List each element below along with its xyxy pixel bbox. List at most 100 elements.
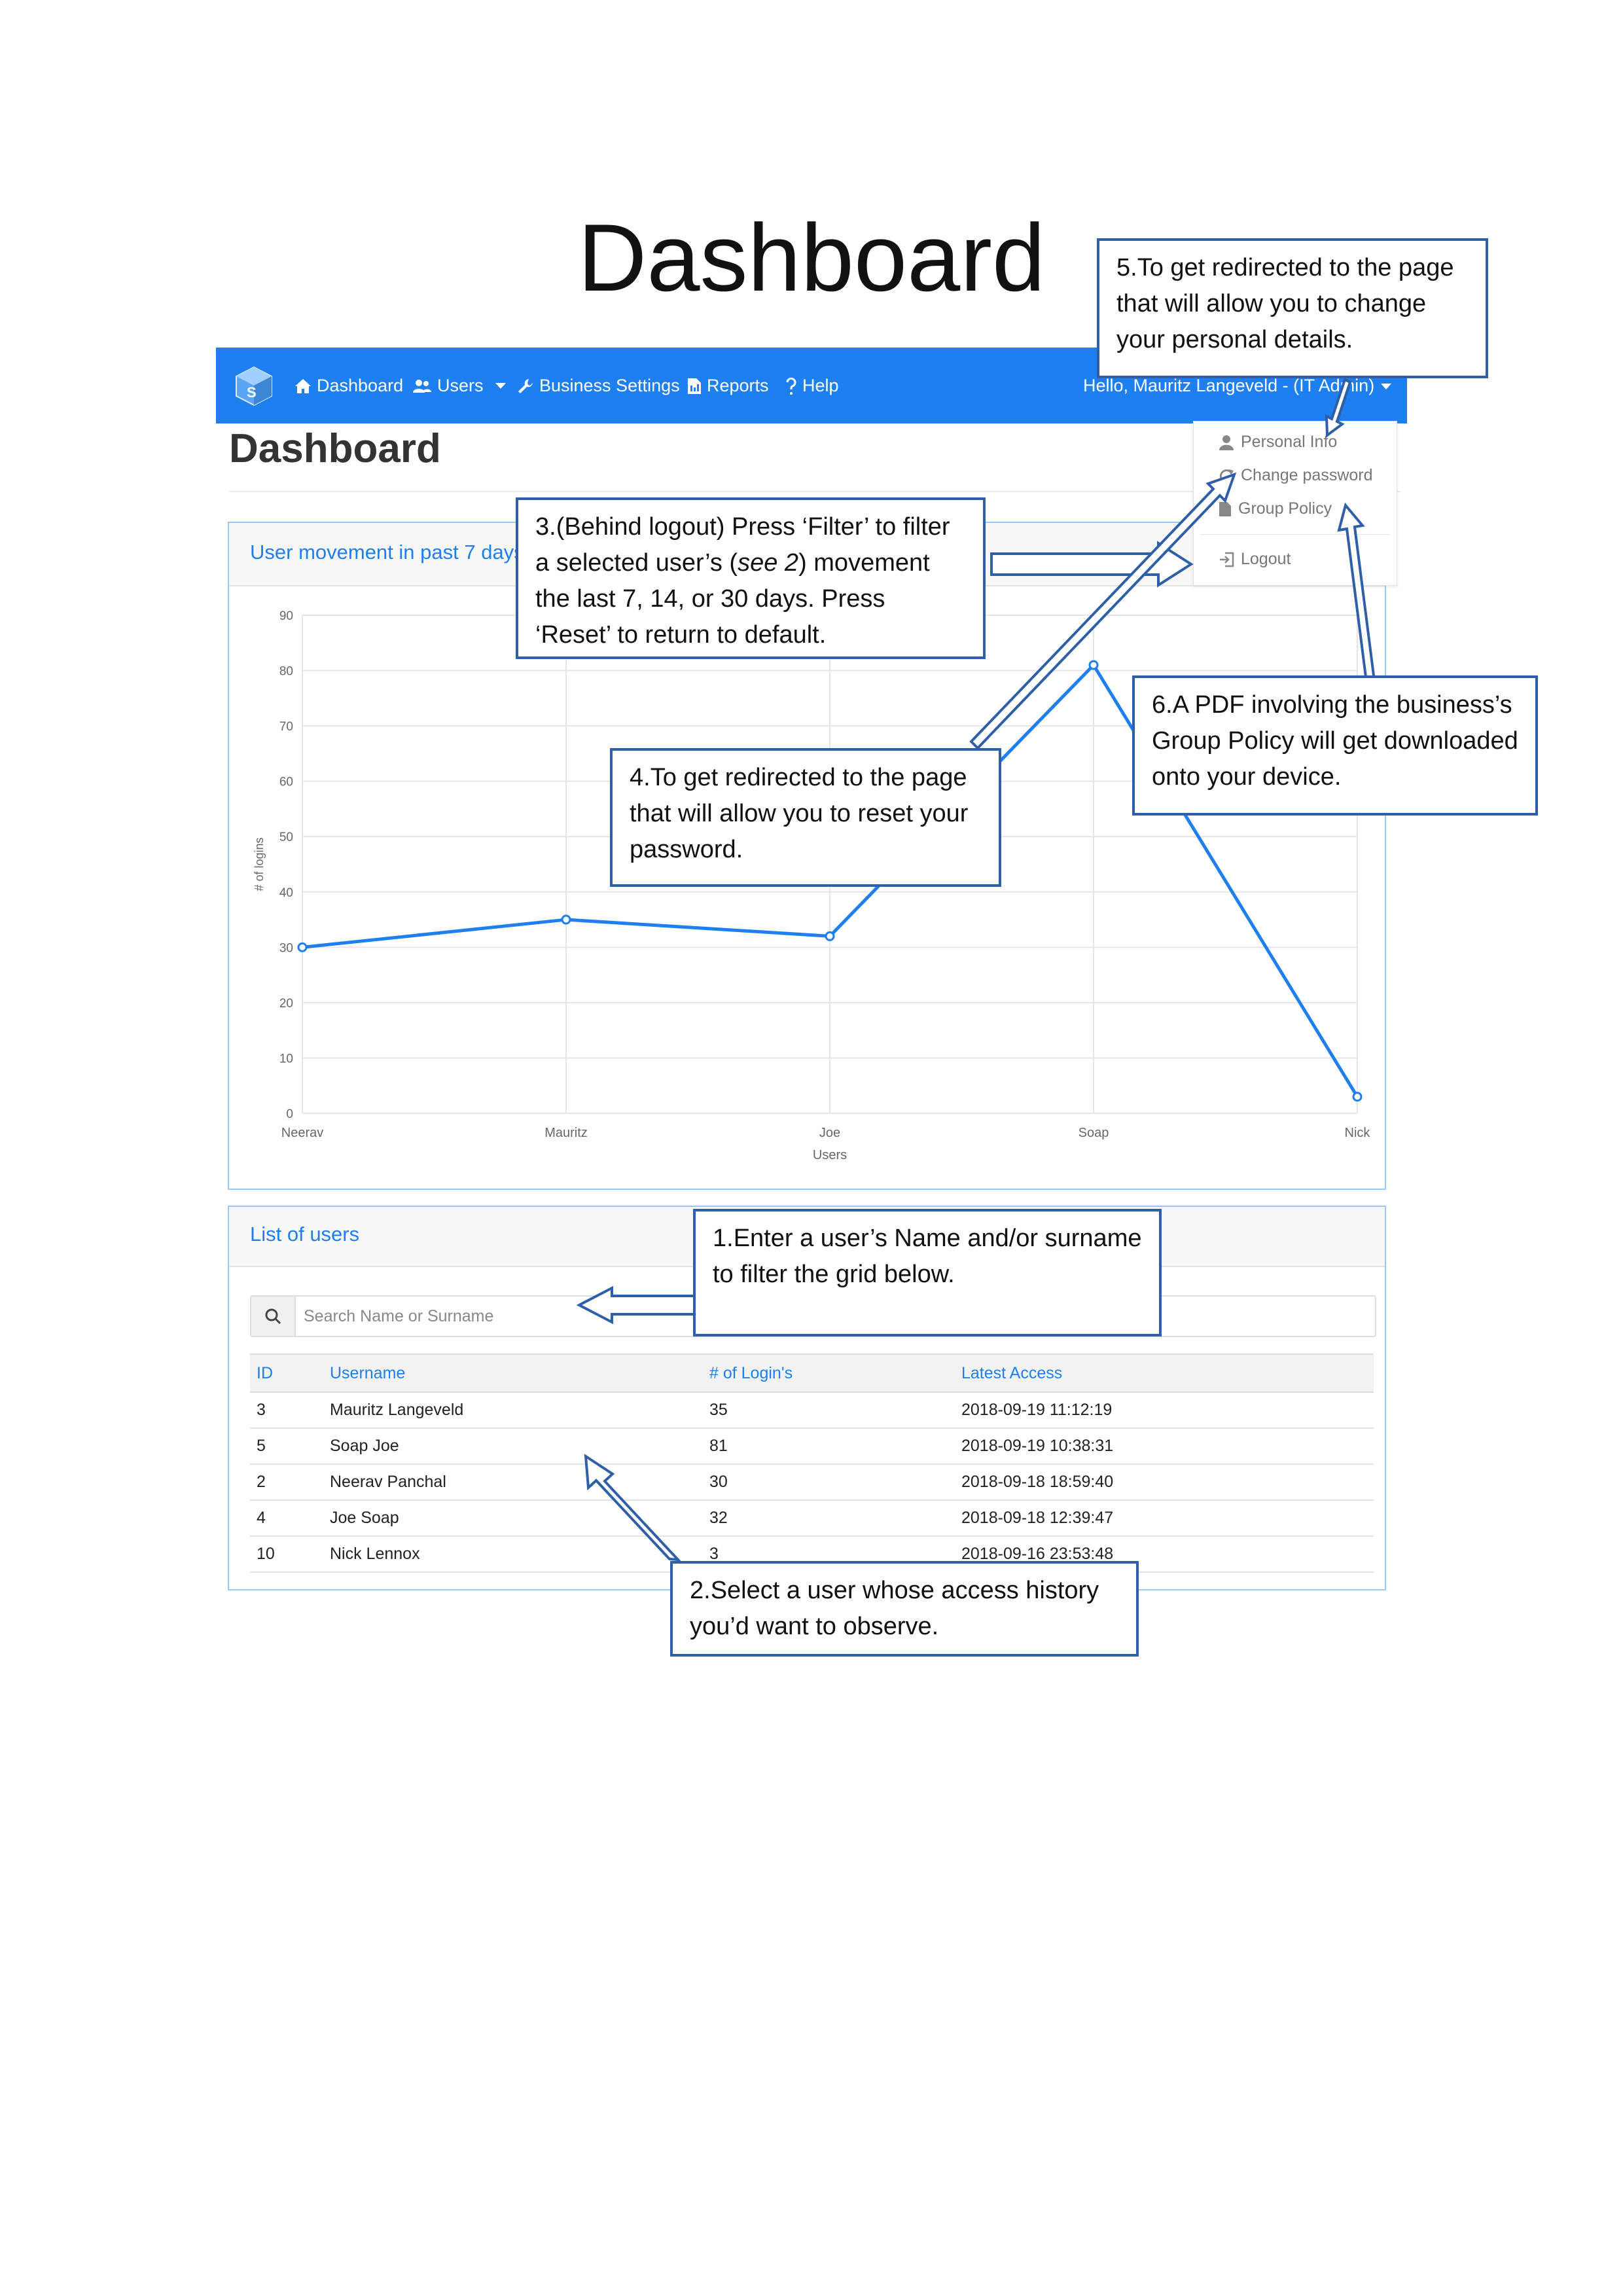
cell-username: Neerav Panchal	[329, 1464, 709, 1501]
user-menu-toggle[interactable]: Hello, Mauritz Langeveld - (IT Admin)	[1083, 376, 1392, 396]
data-point	[561, 914, 571, 925]
callout-text: 1.Enter a user’s Name and/or surname to …	[713, 1225, 1142, 1288]
data-point	[825, 931, 835, 941]
nav-reports[interactable]: Reports	[687, 376, 769, 396]
table-row[interactable]: 4 Joe Soap 32 2018-09-18 12:39:47	[250, 1500, 1374, 1537]
users-table: ID Username # of Login's Latest Access 3…	[250, 1354, 1374, 1573]
cell-logins: 30	[709, 1464, 961, 1501]
nav-users-label: Users	[437, 376, 484, 395]
menu-item-label: Logout	[1241, 550, 1291, 568]
app-logo[interactable]: S	[232, 365, 276, 408]
callout-text-emphasis: see 2	[738, 549, 799, 577]
callout-5: 5.To get redirected to the page that wil…	[1097, 238, 1488, 378]
page-heading: Dashboard	[229, 426, 441, 471]
y-tick-label: 10	[279, 1052, 293, 1066]
x-tick-label: Joe	[819, 1126, 840, 1140]
menu-item-label: Change password	[1241, 466, 1373, 484]
data-point	[1088, 660, 1099, 670]
column-header-id[interactable]: ID	[250, 1354, 329, 1393]
table-row[interactable]: 2 Neerav Panchal 30 2018-09-18 18:59:40	[250, 1464, 1374, 1501]
menu-item-group-policy[interactable]: Group Policy	[1219, 499, 1332, 518]
y-tick-label: 20	[279, 997, 293, 1011]
cell-id: 10	[250, 1536, 329, 1573]
callout-4: 4.To get redirected to the page that wil…	[610, 748, 1001, 887]
cell-latest-access: 2018-09-18 18:59:40	[961, 1464, 1374, 1501]
y-tick-label: 0	[286, 1107, 293, 1121]
user-dropdown-menu: Personal Info Change password Group Poli…	[1193, 421, 1397, 586]
menu-item-change-password[interactable]: Change password	[1219, 466, 1373, 485]
table-header-row: ID Username # of Login's Latest Access	[250, 1354, 1374, 1393]
x-axis-label: Users	[813, 1148, 847, 1162]
cell-id: 3	[250, 1392, 329, 1429]
card-title: List of users	[250, 1223, 360, 1246]
svg-text:S: S	[247, 384, 257, 401]
y-tick-label: 40	[279, 886, 293, 900]
user-greeting: Hello, Mauritz Langeveld - (IT Admin)	[1083, 376, 1375, 395]
nav-business-settings[interactable]: Business Settings	[517, 376, 680, 396]
x-tick-label: Neerav	[281, 1126, 323, 1140]
wrench-icon	[518, 378, 533, 393]
y-tick-label: 90	[279, 609, 293, 623]
user-icon	[1219, 435, 1234, 450]
callout-text: 4.To get redirected to the page that wil…	[630, 764, 969, 863]
logout-icon	[1220, 552, 1234, 567]
search-button[interactable]	[251, 1297, 296, 1336]
x-tick-label: Mauritz	[544, 1126, 588, 1140]
menu-item-logout[interactable]: Logout	[1219, 550, 1291, 569]
nav-dashboard-label: Dashboard	[317, 376, 404, 395]
cell-username: Soap Joe	[329, 1428, 709, 1465]
cell-logins: 35	[709, 1392, 961, 1429]
cell-latest-access: 2018-09-18 12:39:47	[961, 1500, 1374, 1537]
column-header-logins[interactable]: # of Login's	[709, 1354, 961, 1393]
callout-1: 1.Enter a user’s Name and/or surname to …	[693, 1209, 1162, 1336]
y-tick-label: 30	[279, 941, 293, 955]
refresh-icon	[1219, 469, 1234, 483]
callout-text: 2.Select a user whose access history you…	[690, 1577, 1099, 1640]
column-header-latest-access[interactable]: Latest Access	[961, 1354, 1374, 1393]
cell-username: Joe Soap	[329, 1500, 709, 1537]
data-point	[297, 942, 308, 952]
search-icon	[265, 1308, 281, 1325]
callout-6: 6.A PDF involving the business’s Group P…	[1132, 675, 1538, 816]
menu-item-label: Group Policy	[1238, 499, 1332, 518]
callout-text: 5.To get redirected to the page that wil…	[1116, 254, 1454, 353]
chevron-down-icon	[495, 383, 506, 389]
question-icon	[786, 377, 796, 395]
table-row[interactable]: 3 Mauritz Langeveld 35 2018-09-19 11:12:…	[250, 1392, 1374, 1429]
cell-logins: 81	[709, 1428, 961, 1465]
table-row[interactable]: 5 Soap Joe 81 2018-09-19 10:38:31	[250, 1428, 1374, 1465]
chevron-down-icon	[1381, 384, 1392, 390]
x-tick-label: Nick	[1345, 1126, 1371, 1140]
column-header-username[interactable]: Username	[329, 1354, 709, 1393]
file-icon	[1219, 501, 1231, 516]
nav-dashboard[interactable]: Dashboard	[294, 376, 403, 396]
y-tick-label: 50	[279, 831, 293, 844]
menu-item-personal-info[interactable]: Personal Info	[1219, 433, 1337, 452]
callout-text: 6.A PDF involving the business’s Group P…	[1152, 691, 1518, 791]
cell-username: Mauritz Langeveld	[329, 1392, 709, 1429]
nav-help[interactable]: Help	[785, 376, 839, 396]
cell-logins: 32	[709, 1500, 961, 1537]
cell-username: Nick Lennox	[329, 1536, 709, 1573]
data-point	[1352, 1092, 1363, 1102]
cell-latest-access: 2018-09-19 10:38:31	[961, 1428, 1374, 1465]
y-axis-label: # of logins	[253, 837, 266, 891]
nav-users[interactable]: Users	[412, 376, 506, 396]
callout-2: 2.Select a user whose access history you…	[670, 1561, 1139, 1657]
nav-reports-label: Reports	[707, 376, 769, 395]
y-tick-label: 60	[279, 776, 293, 789]
menu-item-label: Personal Info	[1241, 433, 1338, 451]
cell-id: 5	[250, 1428, 329, 1465]
cell-id: 4	[250, 1500, 329, 1537]
cell-latest-access: 2018-09-19 11:12:19	[961, 1392, 1374, 1429]
callout-3: 3.(Behind logout) Press ‘Filter’ to filt…	[516, 497, 986, 659]
menu-divider	[1200, 534, 1390, 535]
y-tick-label: 80	[279, 665, 293, 679]
home-icon	[295, 378, 311, 393]
cell-id: 2	[250, 1464, 329, 1501]
x-tick-label: Soap	[1079, 1126, 1109, 1140]
nav-help-label: Help	[802, 376, 839, 395]
users-icon	[413, 379, 431, 393]
y-tick-label: 70	[279, 720, 293, 734]
report-icon	[688, 378, 701, 394]
